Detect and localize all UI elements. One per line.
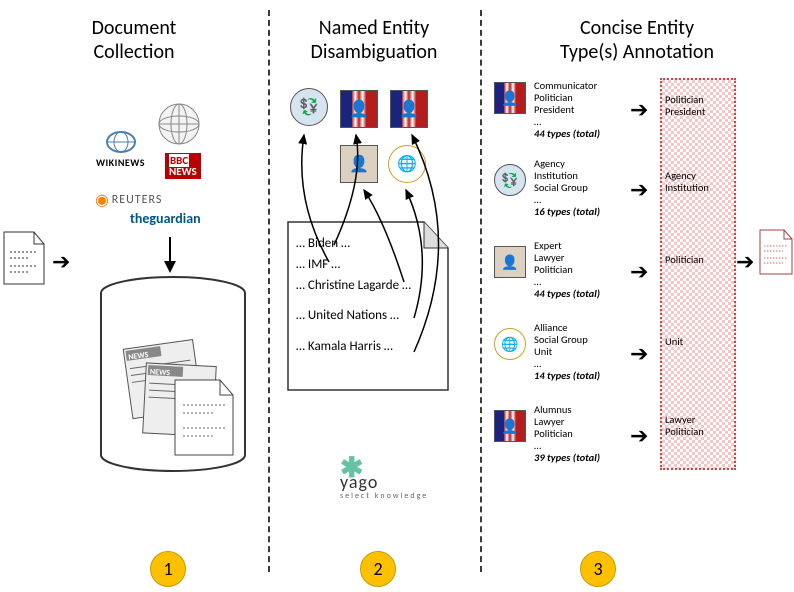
step-number: 1 [163, 558, 172, 580]
title-text: Concise Entity [580, 16, 694, 40]
lagarde-types: Expert Lawyer Politician … 44 types (tot… [534, 240, 600, 300]
title-text: Document [92, 16, 177, 40]
result-type: Institution [665, 182, 731, 194]
type-total: 44 types (total) [534, 288, 600, 300]
type: Social Group [534, 182, 600, 194]
lagarde-thumb: 👤 [494, 246, 526, 278]
reuters-text: REUTERS [112, 193, 163, 207]
imf-thumb: 💱 [494, 164, 526, 196]
newspapers-icon: NEWS NEWS [115, 320, 235, 460]
arrow-icon: ➔ [630, 422, 648, 449]
arrow-down-icon [160, 235, 180, 275]
result-type: Politician [665, 254, 731, 266]
arrow-icon: ➔ [630, 96, 648, 123]
step-number: 3 [593, 558, 602, 580]
wikinews-logo: WIKINEWS [78, 130, 163, 169]
biden-photo-icon: 👤 [340, 90, 378, 128]
wikinews-text: WIKINEWS [96, 156, 145, 169]
input-document-icon [0, 230, 48, 288]
mention-biden: … Biden … [296, 234, 411, 255]
imf-logo-icon: 💱 [290, 88, 328, 126]
type: Unit [534, 346, 600, 358]
mention-imf: … IMF … [296, 255, 411, 276]
output-document-icon [758, 228, 794, 278]
yago-subtitle: select knowledge [340, 491, 428, 501]
type: President [534, 104, 600, 116]
mention-harris: … Kamala Harris … [296, 337, 411, 358]
type-total: 16 types (total) [534, 206, 600, 218]
guardian-logo: theguardian [130, 210, 201, 227]
title-text: Named Entity [319, 16, 429, 40]
type-total: 39 types (total) [534, 452, 600, 464]
un-logo-icon: 🌐 [388, 145, 426, 183]
type-total: 14 types (total) [534, 370, 600, 382]
arrow-icon: ➔ [736, 248, 754, 275]
news-text: NEWS [169, 165, 197, 178]
harris-types: Alumnus Lawyer Politician … 39 types (to… [534, 404, 600, 464]
arrow-icon: ➔ [630, 176, 648, 203]
lagarde-photo-icon: 👤 [340, 145, 378, 183]
title-text: Type(s) Annotation [560, 40, 714, 64]
un-thumb: 🌐 [494, 328, 526, 360]
title-text: Collection [94, 40, 175, 64]
imf-types: Agency Institution Social Group … 16 typ… [534, 158, 600, 218]
result-type: President [665, 106, 731, 118]
arrow-icon: ➔ [52, 248, 70, 275]
stage-3-title: Concise Entity Type(s) Annotation [480, 0, 794, 64]
type-total: 44 types (total) [534, 128, 600, 140]
reuters-logo: ◉ REUTERS [95, 190, 162, 210]
yago-text: yago [340, 471, 378, 493]
step-2-circle: 2 [360, 551, 396, 587]
result-type: Unit [665, 336, 731, 348]
un-types: Alliance Social Group Unit … 14 types (t… [534, 322, 600, 382]
type: Politician [534, 264, 600, 276]
bbc-news-logo: BBC NEWS [165, 153, 201, 179]
type: Politician [534, 428, 600, 440]
arrow-icon: ➔ [630, 340, 648, 367]
mention-lagarde: … Christine Lagarde … [296, 276, 411, 297]
result-type: Politician [665, 426, 731, 438]
biden-thumb: 👤 [494, 82, 526, 114]
yago-logo: ✱ yago select knowledge [340, 450, 428, 517]
step-1-circle: 1 [150, 551, 186, 587]
result-column: Politician President Agency Institution … [660, 78, 736, 470]
wikipedia-globe-icon [155, 100, 203, 148]
mention-un: … United Nations … [296, 306, 411, 327]
stage-1-title: Document Collection [0, 0, 268, 64]
arrow-icon: ➔ [630, 258, 648, 285]
biden-types: Communicator Politician President … 44 t… [534, 80, 600, 140]
step-number: 2 [373, 558, 382, 580]
step-3-circle: 3 [580, 551, 616, 587]
harris-photo-icon: 👤 [390, 90, 428, 128]
news-label-b: NEWS [150, 367, 171, 378]
stage-3: Concise Entity Type(s) Annotation [480, 0, 794, 592]
document-mentions: … Biden … … IMF … … Christine Lagarde … … [296, 234, 411, 358]
stage-2-title: Named Entity Disambiguation [268, 0, 480, 64]
title-text: Disambiguation [311, 40, 438, 64]
guardian-text: theguardian [130, 210, 201, 227]
harris-thumb: 👤 [494, 410, 526, 442]
